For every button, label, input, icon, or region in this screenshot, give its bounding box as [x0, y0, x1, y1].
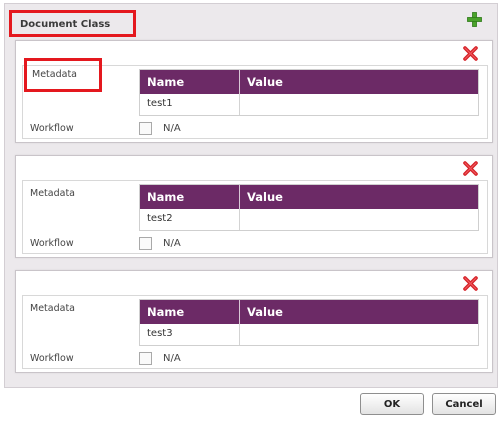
column-header-name: Name [140, 70, 240, 94]
table-cell-name[interactable]: test3 [140, 324, 240, 345]
table-row[interactable]: test2 [140, 209, 478, 230]
x-icon[interactable] [463, 161, 478, 176]
ok-button[interactable]: OK [360, 393, 424, 415]
column-header-value: Value [247, 190, 283, 204]
workflow-checkbox[interactable] [139, 122, 152, 135]
table-cell-name[interactable]: test1 [140, 94, 240, 115]
table-cell-value[interactable] [240, 209, 478, 230]
document-class-card: Metadata Name Value test1 Workflow N/A [15, 40, 493, 143]
workflow-value: N/A [163, 123, 181, 134]
table-header: Name Value [140, 185, 478, 209]
table-header: Name Value [140, 70, 478, 94]
table-row[interactable]: test1 [140, 94, 478, 115]
plus-icon[interactable] [467, 12, 482, 27]
workflow-label: Workflow [30, 238, 74, 249]
workflow-value: N/A [163, 238, 181, 249]
column-header-value: Value [247, 75, 283, 89]
table-cell-name[interactable]: test2 [140, 209, 240, 230]
cancel-button[interactable]: Cancel [432, 393, 496, 415]
workflow-label: Workflow [30, 123, 74, 134]
table-cell-value[interactable] [240, 94, 478, 115]
x-icon[interactable] [463, 46, 478, 61]
table-header: Name Value [140, 300, 478, 324]
metadata-table: Name Value test1 [139, 69, 479, 116]
metadata-label: Metadata [30, 303, 75, 314]
column-header-name: Name [140, 185, 240, 209]
column-header-value: Value [247, 305, 283, 319]
workflow-checkbox[interactable] [139, 352, 152, 365]
metadata-label: Metadata [30, 188, 75, 199]
table-cell-value[interactable] [240, 324, 478, 345]
workflow-label: Workflow [30, 353, 74, 364]
x-icon[interactable] [463, 276, 478, 291]
document-class-title: Document Class [9, 10, 136, 37]
workflow-value: N/A [163, 353, 181, 364]
document-class-card: Metadata Name Value test2 Workflow N/A [15, 155, 493, 258]
column-header-name: Name [140, 300, 240, 324]
document-class-dialog: Document Class Metadata Name Value test1… [4, 3, 498, 388]
table-row[interactable]: test3 [140, 324, 478, 345]
metadata-table: Name Value test3 [139, 299, 479, 346]
metadata-table: Name Value test2 [139, 184, 479, 231]
metadata-label: Metadata [24, 58, 102, 92]
document-class-card: Metadata Name Value test3 Workflow N/A [15, 270, 493, 373]
workflow-checkbox[interactable] [139, 237, 152, 250]
